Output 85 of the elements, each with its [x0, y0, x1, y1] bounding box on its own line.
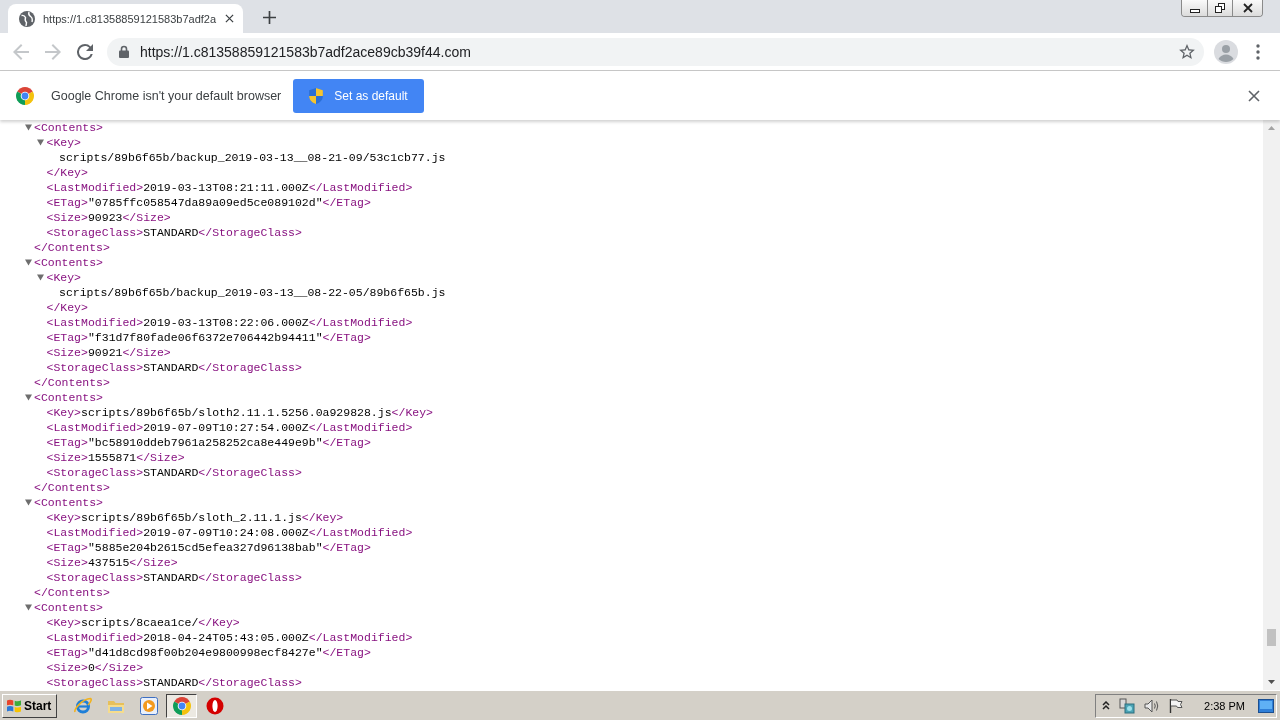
xml-line: <ETag>"5885e204b2615cd5efea327d96138bab"</ETag> — [46, 540, 371, 555]
xml-line: <StorageClass>STANDARD</StorageClass> — [46, 360, 302, 375]
browser-tab[interactable]: https://1.c81358859121583b7adf2a — [8, 4, 243, 33]
window-flag-icon — [6, 697, 22, 714]
xml-line: </Contents> — [34, 375, 110, 390]
disclosure-triangle-icon[interactable] — [24, 499, 32, 506]
lock-icon — [119, 45, 129, 58]
infobar-message: Google Chrome isn't your default browser — [51, 88, 282, 103]
clock-text: 2:38 PM — [1204, 699, 1245, 712]
disclosure-triangle-icon[interactable] — [24, 604, 32, 611]
disclosure-triangle-icon[interactable] — [24, 124, 32, 131]
xml-line: <Size>90921</Size> — [46, 345, 171, 360]
xml-line: <Contents> — [34, 390, 103, 405]
restore-button[interactable] — [1207, 0, 1232, 16]
disclosure-triangle-icon[interactable] — [24, 259, 32, 266]
globe-icon — [19, 10, 35, 27]
desktop-icon[interactable] — [1258, 698, 1274, 713]
xml-line: <Key>scripts/89b6f65b/sloth2.11.1.5256.0a929828.js</Key> — [46, 405, 433, 420]
taskbar-app-button[interactable] — [166, 693, 198, 718]
xml-line: <ETag>"bc58910ddeb7961a258252ca8e449e9b"</ETag> — [46, 435, 371, 450]
disclosure-triangle-icon[interactable] — [37, 139, 44, 146]
xml-line: </Contents> — [34, 240, 110, 255]
address-bar[interactable]: https://1.c81358859121583b7adf2ace89cb39f44.com — [107, 37, 1204, 66]
xml-line: <Contents> — [34, 600, 103, 615]
xml-line: <LastModified>2019-07-09T10:27:54.000Z</LastModified> — [46, 420, 413, 435]
e-orbit-icon — [73, 696, 92, 715]
restore-icon — [1215, 3, 1225, 13]
xml-line: <Contents> — [34, 495, 103, 510]
plus-icon — [262, 10, 276, 24]
back-arrow-icon — [13, 43, 29, 60]
start-button[interactable]: Start — [2, 693, 58, 718]
xml-line: <Key> — [46, 135, 81, 150]
disclosure-triangle-icon[interactable] — [24, 394, 32, 401]
more-menu-icon — [1256, 43, 1260, 60]
xml-line: <LastModified>2019-07-09T10:24:08.000Z</LastModified> — [46, 525, 413, 540]
shield-icon — [309, 87, 324, 104]
xml-line: <LastModified>2018-04-24T05:43:05.000Z</LastModified> — [46, 630, 413, 645]
xml-line: </Key> — [46, 300, 88, 315]
xml-line: <Key>scripts/89b6f65b/sloth_2.11.1.js</Key> — [46, 510, 344, 525]
xml-line: </Key> — [46, 165, 88, 180]
xml-line: <Contents> — [34, 120, 103, 135]
xml-line: <StorageClass>STANDARD</StorageClass> — [46, 465, 302, 480]
avatar-icon — [1214, 39, 1238, 64]
infobar-close-button[interactable] — [1246, 87, 1262, 104]
xml-line: <LastModified>2019-03-13T08:22:06.000Z</LastModified> — [46, 315, 413, 330]
ring-logo-icon — [16, 86, 34, 105]
profile-button[interactable] — [1212, 37, 1240, 66]
play-icon — [139, 696, 158, 715]
o-ring-icon — [205, 696, 224, 715]
forward-arrow-icon — [45, 43, 61, 60]
xml-line: <Size>1555871</Size> — [46, 450, 185, 465]
set-default-button[interactable]: Set as default — [293, 78, 424, 113]
speaker-icon[interactable] — [1144, 697, 1161, 714]
xml-line: <Size>90923</Size> — [46, 210, 171, 225]
xml-line: <Key>scripts/8caea1ce/</Key> — [46, 615, 240, 630]
network-icon[interactable] — [1119, 697, 1136, 714]
minimize-icon — [1189, 9, 1200, 13]
close-icon — [1248, 89, 1260, 102]
disclosure-triangle-icon[interactable] — [37, 274, 44, 281]
xml-line: </Contents> — [34, 585, 110, 600]
xml-line: <StorageClass>STANDARD</StorageClass> — [46, 675, 302, 690]
xml-line: <Size>0</Size> — [46, 660, 144, 675]
xml-line: </Contents> — [34, 480, 110, 495]
xml-line: <Key> — [46, 270, 81, 285]
xml-line: <ETag>"d41d8cd98f00b204e9800998ecf8427e"</ETag> — [46, 645, 371, 660]
scroll-down-icon[interactable] — [1268, 680, 1275, 684]
flag-icon[interactable] — [1169, 697, 1184, 714]
ring-logo-icon — [172, 696, 191, 715]
xml-line: <LastModified>2019-03-13T08:21:11.000Z</LastModified> — [46, 180, 413, 195]
xml-line: scripts/89b6f65b/backup_2019-03-13__08-21-09/53c1cb77.js — [59, 150, 446, 165]
scrollbar-thumb[interactable] — [1267, 629, 1276, 646]
xml-line: <Size>437515</Size> — [46, 555, 178, 570]
close-icon — [224, 14, 234, 23]
xml-line: <Contents> — [34, 255, 103, 270]
close-window-button[interactable] — [1232, 0, 1262, 16]
xml-line: <ETag>"0785ffc058547da89a09ed5ce089102d"</ETag> — [46, 195, 371, 210]
close-icon — [1242, 3, 1253, 13]
star-icon[interactable] — [1179, 44, 1195, 59]
minimize-button[interactable] — [1182, 0, 1207, 16]
xml-line: <ETag>"f31d7f80fade06f6372e706442b94411"</ETag> — [46, 330, 371, 345]
chevron-up-icon[interactable] — [1102, 701, 1111, 710]
reload-icon — [77, 43, 93, 60]
xml-line: <StorageClass>STANDARD</StorageClass> — [46, 225, 302, 240]
xml-line: scripts/89b6f65b/backup_2019-03-13__08-22-05/89b6f65b.js — [59, 285, 446, 300]
xml-line: <StorageClass>STANDARD</StorageClass> — [46, 570, 302, 585]
